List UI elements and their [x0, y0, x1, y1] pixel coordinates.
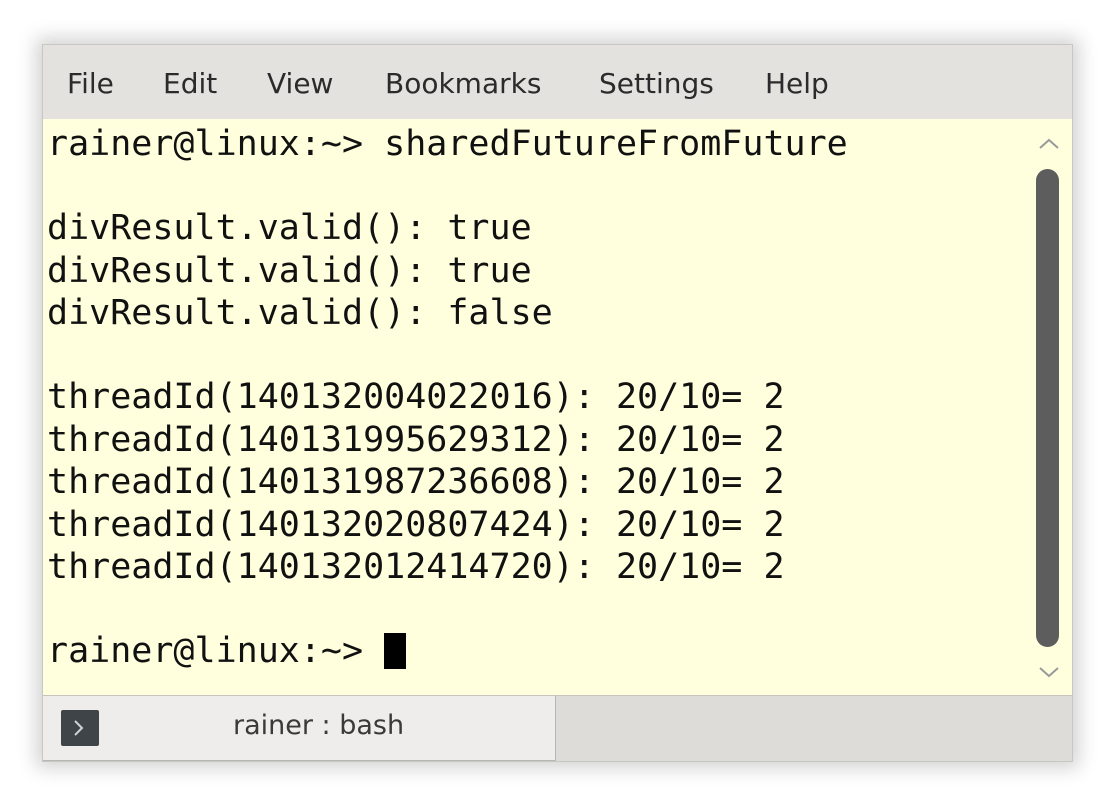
terminal-line: threadId(140131987236608): 20/10= 2	[47, 462, 785, 502]
chevron-down-icon[interactable]	[1035, 663, 1063, 681]
menu-settings[interactable]: Settings	[599, 67, 714, 100]
menu-bar: File Edit View Bookmarks Settings Help	[43, 45, 1072, 119]
chevron-up-icon[interactable]	[1035, 135, 1063, 153]
scrollbar-thumb[interactable]	[1036, 169, 1059, 647]
terminal-prompt-line: rainer@linux:~>	[47, 630, 407, 672]
terminal-line: rainer@linux:~> sharedFutureFromFuture	[47, 124, 848, 164]
menu-help[interactable]: Help	[765, 67, 829, 100]
terminal-line: threadId(140132004022016): 20/10= 2	[47, 377, 785, 417]
text-cursor	[384, 633, 407, 669]
tab-label: rainer : bash	[233, 710, 405, 741]
menu-view[interactable]: View	[267, 67, 333, 100]
menu-edit[interactable]: Edit	[163, 67, 217, 100]
terminal-line: divResult.valid(): false	[47, 293, 553, 333]
terminal-output[interactable]: rainer@linux:~> sharedFutureFromFuture d…	[43, 119, 1027, 695]
menu-bookmarks[interactable]: Bookmarks	[385, 67, 541, 100]
menu-file[interactable]: File	[67, 67, 114, 100]
terminal-line: divResult.valid(): true	[47, 208, 532, 248]
tab-bar: rainer : bash	[43, 695, 1072, 761]
tab-rainer-bash[interactable]: rainer : bash	[43, 696, 556, 761]
terminal-line: threadId(140132020807424): 20/10= 2	[47, 505, 785, 545]
terminal-prompt: rainer@linux:~>	[47, 631, 385, 671]
vertical-scrollbar[interactable]	[1027, 119, 1072, 695]
terminal-window: File Edit View Bookmarks Settings Help r…	[42, 44, 1073, 762]
terminal-line: threadId(140131995629312): 20/10= 2	[47, 420, 785, 460]
terminal-line: divResult.valid(): true	[47, 251, 532, 291]
terminal-line: threadId(140132012414720): 20/10= 2	[47, 547, 785, 587]
terminal-icon	[61, 710, 99, 746]
